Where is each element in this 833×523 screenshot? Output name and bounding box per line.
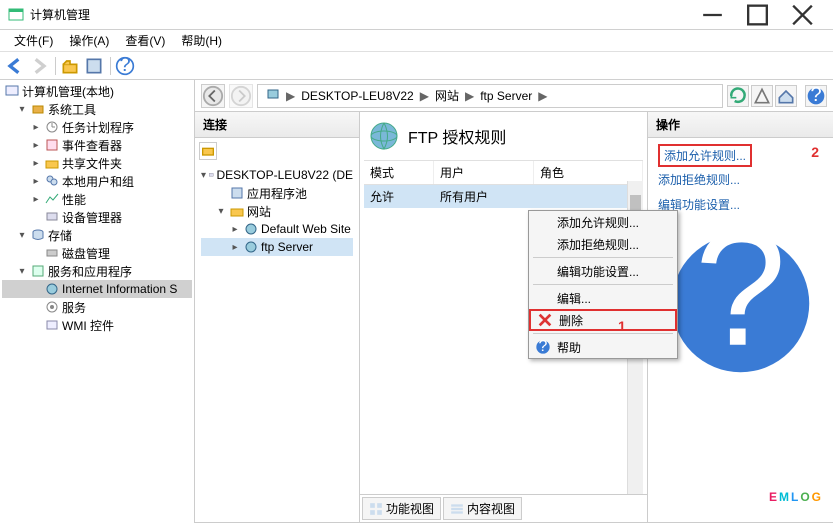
maximize-button[interactable] [735, 1, 780, 29]
menu-view[interactable]: 查看(V) [117, 30, 173, 51]
tree-task-scheduler[interactable]: ▸任务计划程序 [2, 118, 192, 136]
conn-app-pools[interactable]: 应用程序池 [201, 184, 353, 202]
tree-iis[interactable]: Internet Information S [2, 280, 192, 298]
svg-text:?: ? [119, 56, 130, 76]
actions-header: 操作 [648, 112, 833, 138]
menu-bar: 文件(F) 操作(A) 查看(V) 帮助(H) [0, 30, 833, 52]
tree-local-users[interactable]: ▸本地用户和组 [2, 172, 192, 190]
cell-mode: 允许 [364, 185, 434, 208]
svg-text:?: ? [695, 221, 787, 380]
tree-device-manager[interactable]: 设备管理器 [2, 208, 192, 226]
help-icon: ? [535, 339, 551, 355]
title-bar: 计算机管理 [0, 0, 833, 30]
menu-file[interactable]: 文件(F) [6, 30, 61, 51]
help-button[interactable]: ? [114, 55, 136, 77]
conn-ftp-server[interactable]: ▸ftp Server [201, 238, 353, 256]
window-title: 计算机管理 [30, 6, 690, 23]
view-tabs: 功能视图 内容视图 [360, 494, 647, 522]
action-help[interactable]: ? [658, 217, 823, 390]
breadcrumb-sep: ▶ [284, 89, 297, 103]
tree-storage[interactable]: ▾存储 [2, 226, 192, 244]
ctx-help[interactable]: ? 帮助 [529, 336, 677, 358]
up-button[interactable] [59, 55, 81, 77]
content-view-icon [450, 502, 464, 516]
tree-wmi[interactable]: WMI 控件 [2, 316, 192, 334]
context-menu: 添加允许规则... 添加拒绝规则... 编辑功能设置... 编辑... 删除 ?… [528, 210, 678, 359]
breadcrumb-home-icon[interactable] [262, 87, 284, 104]
ctx-add-allow[interactable]: 添加允许规则... [529, 211, 677, 233]
grid-row[interactable]: 允许 所有用户 [364, 185, 643, 208]
annotation-1: 1 [618, 318, 626, 334]
ctx-edit-settings[interactable]: 编辑功能设置... [529, 260, 677, 282]
nav-forward-button[interactable] [229, 84, 253, 108]
iis-address-bar: ▶ DESKTOP-LEU8V22 ▶ 网站 ▶ ftp Server ▶ ? [195, 80, 833, 112]
menu-action[interactable]: 操作(A) [61, 30, 117, 51]
tree-services-apps[interactable]: ▾服务和应用程序 [2, 262, 192, 280]
app-icon [8, 7, 24, 23]
nav-back-button[interactable] [201, 84, 225, 108]
breadcrumb-ftp[interactable]: ftp Server [476, 89, 536, 103]
connections-tool-icon[interactable] [199, 142, 217, 160]
watermark-logo: EMLOG [769, 458, 823, 513]
grid-header-user[interactable]: 用户 [434, 161, 534, 184]
properties-button[interactable] [83, 55, 105, 77]
feature-title: FTP 授权规则 [408, 124, 506, 148]
connections-header: 连接 [195, 112, 359, 138]
delete-icon [537, 312, 553, 328]
action-add-allow[interactable]: 添加允许规则... [658, 144, 752, 167]
tree-event-viewer[interactable]: ▸事件查看器 [2, 136, 192, 154]
home-button[interactable] [775, 85, 797, 107]
grid-header-mode[interactable]: 模式 [364, 161, 434, 184]
conn-server[interactable]: ▾DESKTOP-LEU8V22 (DE [201, 166, 353, 184]
back-button[interactable] [4, 55, 26, 77]
mmc-tree-pane: 计算机管理(本地) ▾系统工具 ▸任务计划程序 ▸事件查看器 ▸共享文件夹 ▸本… [0, 80, 195, 523]
svg-text:?: ? [810, 86, 821, 106]
tree-services[interactable]: 服务 [2, 298, 192, 316]
conn-sites[interactable]: ▾网站 [201, 202, 353, 220]
ctx-add-deny[interactable]: 添加拒绝规则... [529, 233, 677, 255]
stop-button[interactable] [751, 85, 773, 107]
feature-icon [368, 120, 400, 152]
breadcrumb-sites[interactable]: 网站 [431, 87, 463, 104]
tree-shared-folders[interactable]: ▸共享文件夹 [2, 154, 192, 172]
minimize-button[interactable] [690, 1, 735, 29]
breadcrumb[interactable]: ▶ DESKTOP-LEU8V22 ▶ 网站 ▶ ftp Server ▶ [257, 84, 723, 108]
refresh-button[interactable] [727, 85, 749, 107]
forward-button[interactable] [28, 55, 50, 77]
tree-performance[interactable]: ▸性能 [2, 190, 192, 208]
toolbar: ? [0, 52, 833, 80]
tree-root[interactable]: 计算机管理(本地) [2, 82, 192, 100]
cell-user: 所有用户 [434, 185, 534, 208]
conn-default-site[interactable]: ▸Default Web Site [201, 220, 353, 238]
close-button[interactable] [780, 1, 825, 29]
iis-help-button[interactable]: ? [805, 85, 827, 107]
tab-content-view[interactable]: 内容视图 [443, 497, 522, 520]
tree-disk-mgmt[interactable]: 磁盘管理 [2, 244, 192, 262]
annotation-2: 2 [811, 144, 819, 160]
action-add-deny[interactable]: 添加拒绝规则... [658, 167, 823, 192]
action-edit-settings[interactable]: 编辑功能设置... [658, 192, 823, 217]
connections-pane: 连接 ▾DESKTOP-LEU8V22 (DE 应用程序池 ▾网站 ▸Defau… [195, 112, 360, 522]
menu-help[interactable]: 帮助(H) [173, 30, 230, 51]
svg-text:?: ? [539, 339, 548, 355]
breadcrumb-server[interactable]: DESKTOP-LEU8V22 [297, 89, 418, 103]
features-view-icon [369, 502, 383, 516]
tab-features-view[interactable]: 功能视图 [362, 497, 441, 520]
ctx-edit[interactable]: 编辑... [529, 287, 677, 309]
ctx-delete[interactable]: 删除 [529, 309, 677, 331]
tree-system-tools[interactable]: ▾系统工具 [2, 100, 192, 118]
